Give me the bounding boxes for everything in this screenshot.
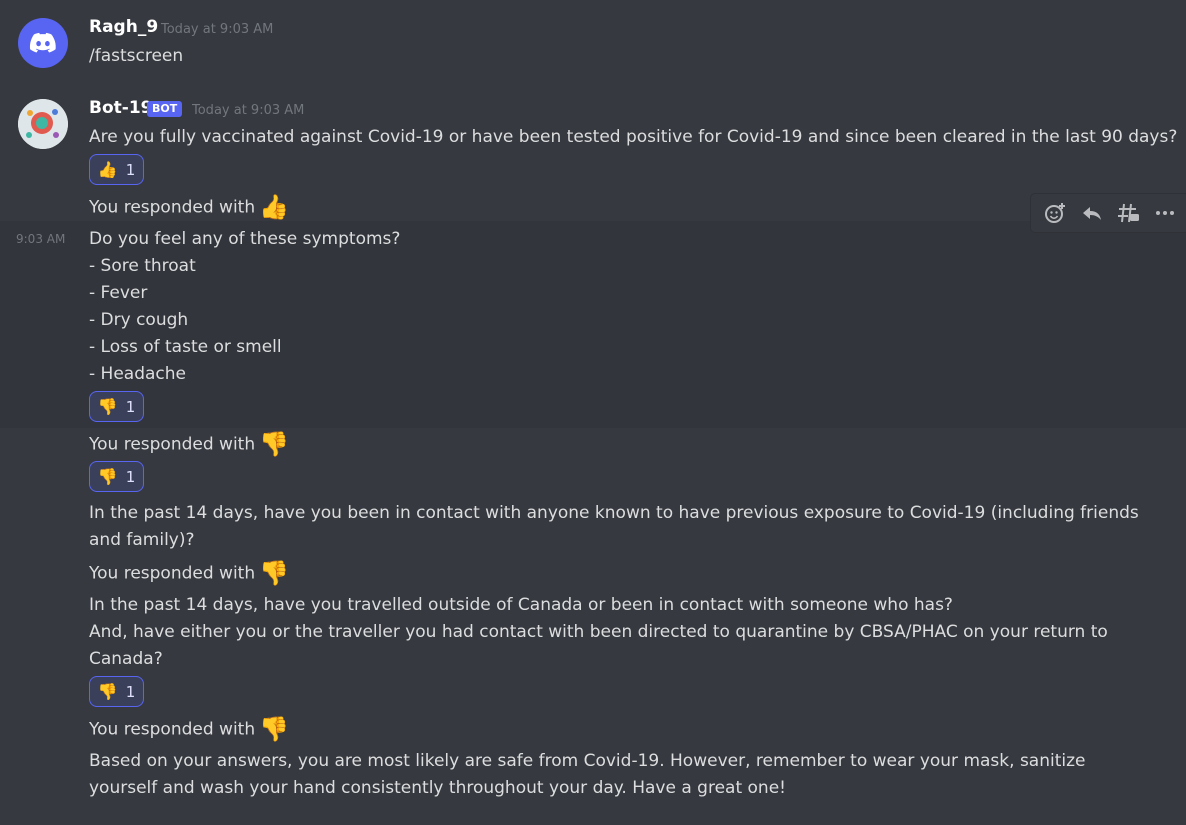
thumbs-down-icon: 👎 — [259, 715, 290, 743]
chat-messages: Ragh_9 Today at 9:03 AM /fastscreen Bot-… — [0, 0, 1186, 825]
thumbs-up-icon: 👍 — [97, 160, 118, 179]
bot-avatar[interactable] — [18, 99, 68, 149]
reaction-count: 1 — [125, 160, 136, 179]
more-options-button[interactable] — [1150, 198, 1180, 228]
hover-timestamp: 9:03 AM — [16, 232, 66, 246]
user-message-timestamp: Today at 9:03 AM — [161, 22, 274, 37]
response-label: You responded with — [89, 719, 256, 740]
response-line: You responded with 👍 — [89, 194, 289, 222]
symptom-item: - Loss of taste or smell — [89, 337, 282, 357]
response-line: You responded with 👎 — [89, 560, 289, 588]
user-avatar[interactable] — [18, 18, 68, 68]
reaction-thumbs-up[interactable]: 👍 1 — [89, 154, 144, 185]
response-label: You responded with — [89, 434, 256, 455]
reaction-count: 1 — [125, 467, 136, 486]
bot-message-timestamp: Today at 9:03 AM — [192, 103, 305, 118]
contact-question: In the past 14 days, have you been in co… — [89, 503, 1139, 550]
user-author-name[interactable]: Ragh_9 — [89, 17, 158, 37]
reaction-thumbs-down[interactable]: 👎 1 — [89, 461, 144, 492]
thumbs-down-icon: 👎 — [259, 559, 290, 587]
thumbs-down-icon: 👎 — [97, 397, 118, 416]
bot-tag-badge: BOT — [147, 101, 183, 117]
symptom-item: - Sore throat — [89, 256, 196, 276]
response-label: You responded with — [89, 197, 256, 218]
more-icon — [1155, 211, 1174, 215]
reaction-thumbs-down[interactable]: 👎 1 — [89, 391, 144, 422]
bot-virus-avatar-icon — [18, 99, 68, 149]
symptom-item: - Headache — [89, 364, 186, 384]
message-actions-toolbar — [1030, 193, 1186, 233]
user-message-text: /fastscreen — [89, 46, 184, 66]
discord-logo-icon — [29, 32, 56, 53]
create-thread-icon — [1118, 203, 1140, 223]
reply-button[interactable] — [1077, 198, 1107, 228]
thumbs-up-icon: 👍 — [259, 193, 290, 221]
add-reaction-button[interactable] — [1040, 198, 1070, 228]
create-thread-button[interactable] — [1113, 198, 1143, 228]
final-result-message: Based on your answers, you are most like… — [89, 751, 1086, 798]
response-label: You responded with — [89, 563, 256, 584]
thumbs-down-icon: 👎 — [259, 430, 290, 458]
add-reaction-icon — [1045, 203, 1066, 223]
reply-icon — [1082, 207, 1101, 220]
reaction-thumbs-down[interactable]: 👎 1 — [89, 676, 144, 707]
bot-question-vaccination: Are you fully vaccinated against Covid-1… — [89, 127, 1178, 147]
response-line: You responded with 👎 — [89, 431, 289, 459]
symptom-item: - Fever — [89, 283, 148, 303]
thumbs-down-icon: 👎 — [97, 682, 118, 701]
reaction-count: 1 — [125, 397, 136, 416]
quarantine-question: And, have either you or the traveller yo… — [89, 622, 1108, 669]
response-line: You responded with 👎 — [89, 716, 289, 744]
symptoms-question: Do you feel any of these symptoms? — [89, 229, 401, 249]
bot-author-name[interactable]: Bot-19 — [89, 98, 152, 118]
travel-question: In the past 14 days, have you travelled … — [89, 595, 953, 615]
thumbs-down-icon: 👎 — [97, 467, 118, 486]
reaction-count: 1 — [125, 682, 136, 701]
symptom-item: - Dry cough — [89, 310, 189, 330]
